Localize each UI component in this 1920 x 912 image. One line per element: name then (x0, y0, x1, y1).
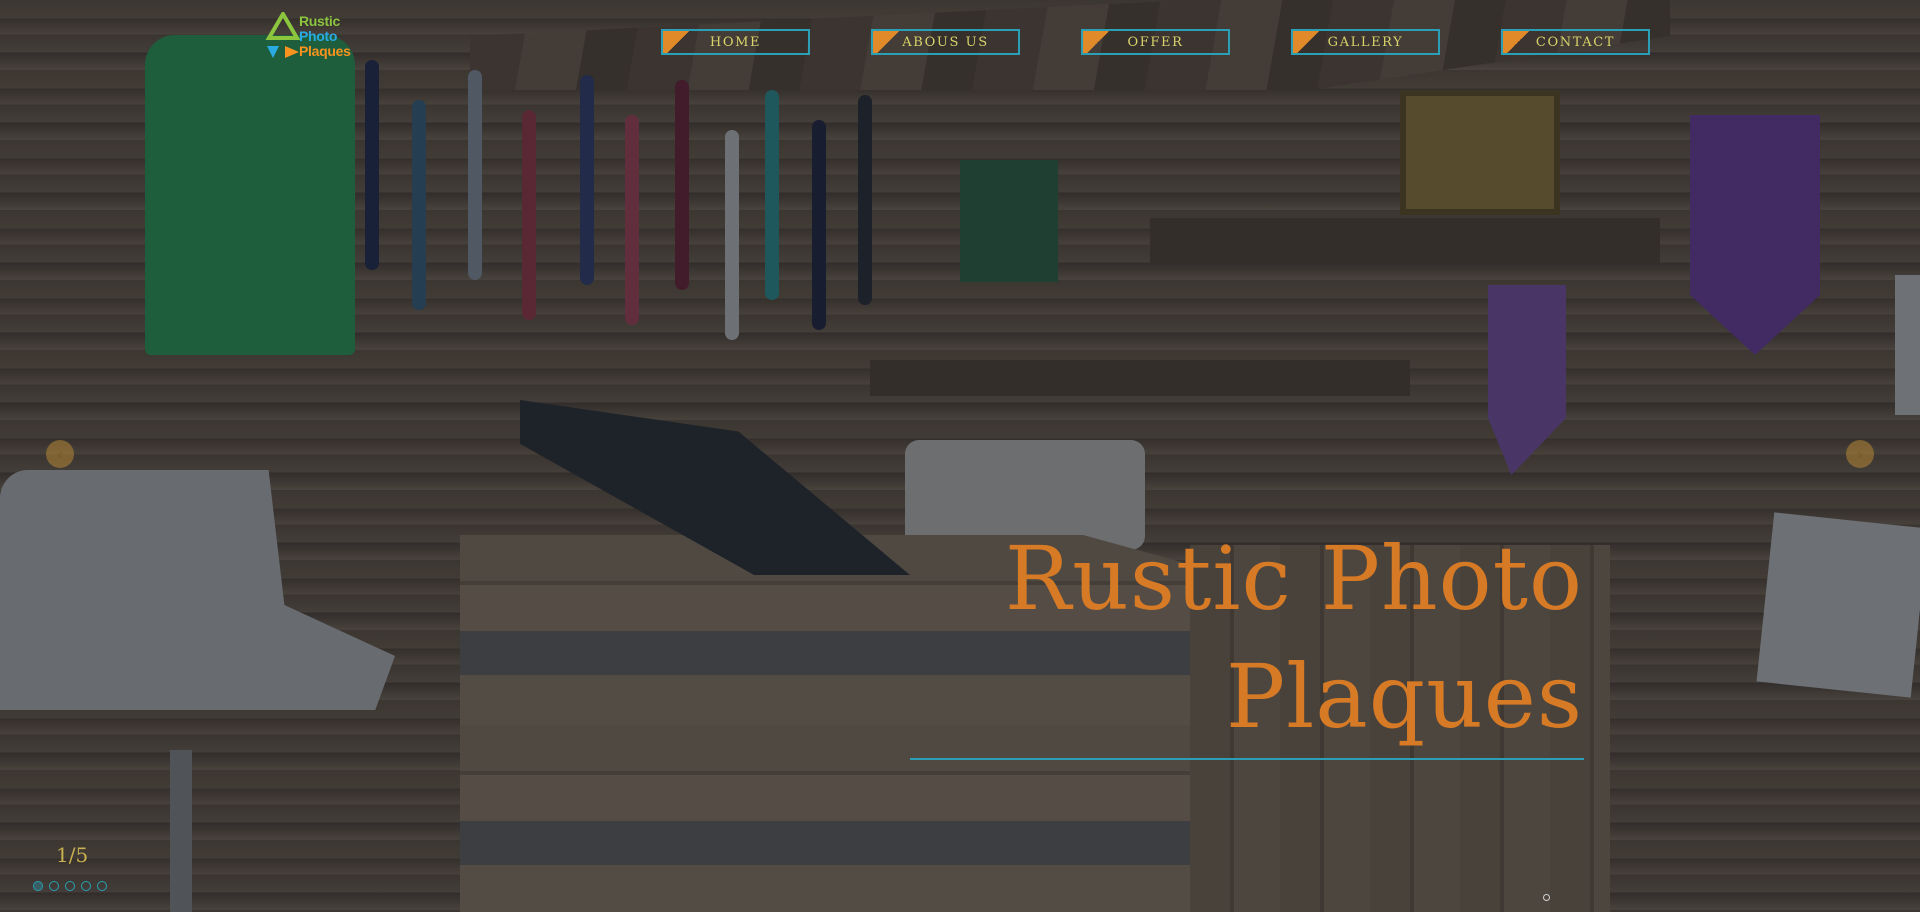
nav-item-label: OFFER (1127, 34, 1184, 50)
nav-item-label: GALLERY (1327, 34, 1404, 50)
pagination-dot-5[interactable] (97, 881, 107, 891)
nav-corner-accent (1293, 31, 1323, 53)
logo-mark-icon (265, 12, 301, 58)
chevron-right-icon: › (1856, 444, 1864, 464)
slider-next-button[interactable]: › (1846, 440, 1874, 468)
nav-item-about-us[interactable]: ABOUS US (871, 29, 1020, 55)
logo-line-1: Rustic (299, 13, 340, 29)
nav-item-gallery[interactable]: GALLERY (1291, 29, 1440, 55)
hero-title-line-2: Plaques (1225, 645, 1583, 748)
slider-pagination (33, 881, 107, 891)
nav-corner-accent (873, 31, 903, 53)
pagination-dot-4[interactable] (81, 881, 91, 891)
nav-item-label: HOME (709, 34, 762, 50)
pagination-dot-3[interactable] (65, 881, 75, 891)
pagination-dot-1[interactable] (33, 881, 43, 891)
nav-corner-accent (1503, 31, 1533, 53)
nav-item-contact[interactable]: CONTACT (1501, 29, 1650, 55)
slider-prev-button[interactable]: ‹ (46, 440, 74, 468)
site-logo[interactable]: Rustic Photo Plaques (263, 12, 373, 64)
pagination-dot-2[interactable] (49, 881, 59, 891)
logo-line-3: Plaques (299, 43, 351, 59)
scroll-indicator-icon (1543, 894, 1550, 901)
nav-corner-accent (1083, 31, 1113, 53)
chevron-left-icon: ‹ (56, 444, 64, 464)
logo-text: Rustic Photo Plaques (299, 14, 351, 59)
nav-item-offer[interactable]: OFFER (1081, 29, 1230, 55)
hero-title: Rustic Photo Plaques (1005, 520, 1583, 756)
dark-overlay (0, 0, 1920, 912)
title-underline (910, 758, 1584, 760)
nav-item-home[interactable]: HOME (661, 29, 810, 55)
hero-title-line-1: Rustic Photo (1004, 527, 1583, 630)
slide-counter: 1/5 (56, 843, 89, 867)
logo-line-2: Photo (299, 28, 338, 44)
nav-item-label: CONTACT (1535, 34, 1616, 50)
nav-item-label: ABOUS US (902, 34, 989, 50)
nav-corner-accent (663, 31, 693, 53)
